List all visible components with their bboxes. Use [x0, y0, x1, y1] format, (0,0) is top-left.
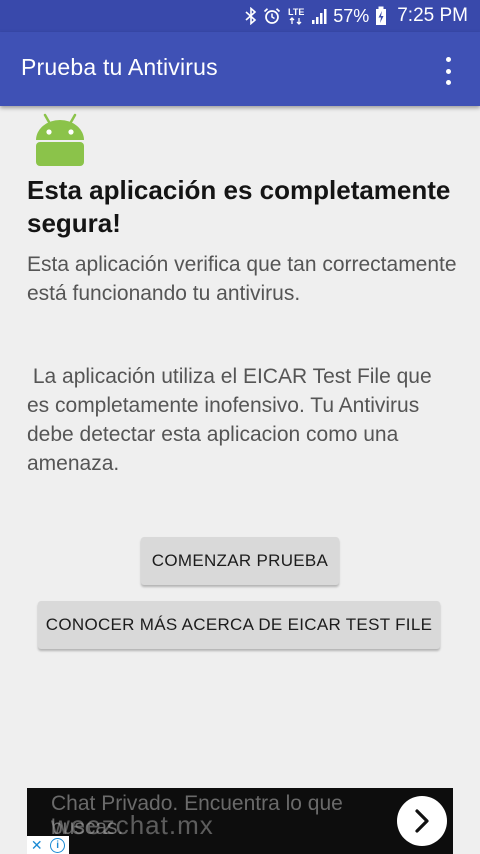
ad-choices-icon[interactable]: ✕ i	[27, 836, 69, 854]
close-icon[interactable]: ✕	[31, 837, 43, 854]
chevron-right-icon[interactable]	[397, 796, 447, 846]
description-paragraph: Esta aplicación verifica que tan correct…	[27, 253, 457, 305]
signal-icon	[311, 7, 327, 25]
battery-icon	[375, 6, 387, 26]
status-bar: LTE 57% 7:25 PM	[0, 0, 480, 32]
overflow-menu-icon[interactable]	[436, 57, 460, 85]
page-heading: Esta aplicación es completamente segura!	[27, 175, 451, 238]
app-bar: Prueba tu Antivirus	[0, 32, 480, 106]
app-title: Prueba tu Antivirus	[21, 54, 218, 80]
clock-time: 7:25 PM	[397, 5, 468, 26]
battery-percent: 57%	[333, 5, 370, 26]
info-icon[interactable]: i	[50, 837, 66, 853]
lte-icon: LTE	[287, 6, 305, 26]
eicar-paragraph: La aplicación utiliza el EICAR Test File…	[27, 365, 432, 475]
ad-watermark: weezchat.mx	[51, 810, 214, 840]
start-test-button[interactable]: COMENZAR PRUEBA	[141, 537, 339, 585]
learn-more-eicar-button[interactable]: CONOCER MÁS ACERCA DE EICAR TEST FILE	[38, 601, 440, 649]
svg-text:LTE: LTE	[288, 7, 304, 17]
status-icons: LTE 57% 7:25 PM	[245, 5, 468, 27]
ad-banner[interactable]: Chat Privado. Encuentra lo que buscas. w…	[27, 788, 453, 854]
alarm-icon	[263, 7, 281, 25]
android-logo-icon	[32, 112, 88, 172]
bluetooth-icon	[245, 7, 257, 25]
